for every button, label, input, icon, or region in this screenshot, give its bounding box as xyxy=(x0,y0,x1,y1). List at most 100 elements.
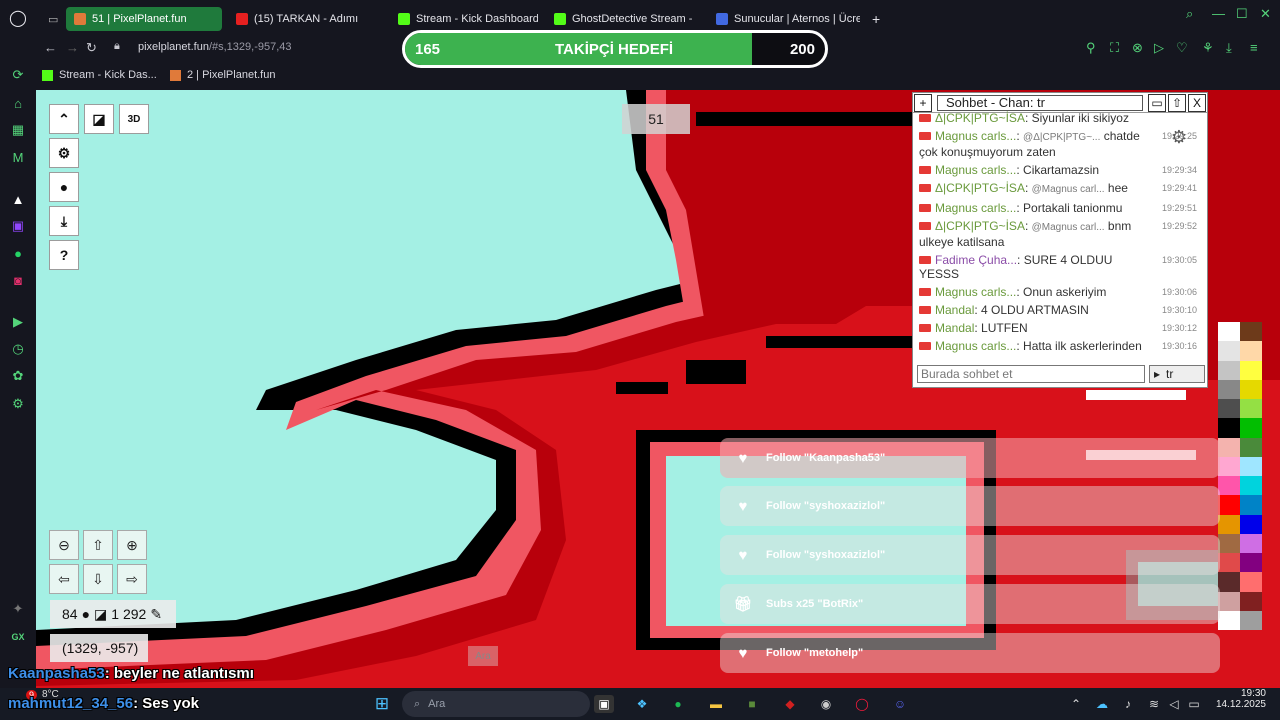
url-field[interactable]: pixelplanet.fun/#s,1329,-957,43 xyxy=(138,41,292,53)
palette-color-swatch[interactable] xyxy=(1218,553,1240,573)
opera-gx-icon[interactable]: ◯ xyxy=(852,695,872,713)
tab-ghostdetective[interactable]: GhostDetective Stream - xyxy=(546,7,696,31)
palette-color-swatch[interactable] xyxy=(1240,533,1262,553)
palette-color-swatch[interactable] xyxy=(1218,341,1240,361)
palette-color-swatch[interactable] xyxy=(1218,514,1240,534)
snapshot-icon[interactable]: ⛶ xyxy=(1110,40,1119,56)
palette-color-swatch[interactable] xyxy=(1240,495,1262,515)
palette-color-swatch[interactable] xyxy=(1218,533,1240,553)
palette-color-swatch[interactable] xyxy=(1240,437,1262,457)
close-window-icon[interactable]: ✕ xyxy=(1260,6,1271,22)
palette-color-swatch[interactable] xyxy=(1218,437,1240,457)
settings-button[interactable]: ⚙ xyxy=(49,138,79,168)
dashboard-icon[interactable]: ▦ xyxy=(9,121,27,139)
widgets-icon[interactable]: ❖ xyxy=(632,695,652,713)
tab-youtube[interactable]: (15) TARKAN - Adımı xyxy=(228,7,376,31)
app-icon[interactable]: ◆ xyxy=(780,695,800,713)
chat-username[interactable]: Magnus carls... xyxy=(935,285,1016,299)
palette-color-swatch[interactable] xyxy=(1240,341,1262,361)
move-down-button[interactable]: ⇩ xyxy=(83,564,113,594)
taskbar-search[interactable]: ⌕ Ara xyxy=(402,691,590,717)
zoom-out-button[interactable]: ⊖ xyxy=(49,530,79,560)
chat-username[interactable]: Δ|CPK|PTG~İSA xyxy=(935,181,1025,195)
home-icon[interactable]: ⌂ xyxy=(9,94,27,112)
menu-icon[interactable]: ≡ xyxy=(1250,40,1258,55)
palette-color-swatch[interactable] xyxy=(1240,476,1262,496)
spotify-icon[interactable]: ● xyxy=(668,695,688,713)
tab-kick-dashboard[interactable]: Stream - Kick Dashboard xyxy=(390,7,538,31)
forward-icon[interactable]: → xyxy=(66,40,79,55)
palette-color-swatch[interactable] xyxy=(1240,322,1262,342)
user-button[interactable]: ● xyxy=(49,172,79,202)
move-up-button[interactable]: ⇧ xyxy=(83,530,113,560)
palette-color-swatch[interactable] xyxy=(1218,495,1240,515)
instagram-icon[interactable]: ◙ xyxy=(9,271,27,289)
history-icon[interactable]: ◷ xyxy=(9,340,27,358)
palette-color-swatch[interactable] xyxy=(1240,610,1262,630)
chat-username[interactable]: Δ|CPK|PTG~İSA xyxy=(935,111,1025,125)
search-tabs-icon[interactable]: ⌕ xyxy=(1186,6,1193,22)
chat-input[interactable]: Burada sohbet et xyxy=(917,365,1145,383)
palette-color-swatch[interactable] xyxy=(1240,553,1262,573)
chat-popout-button[interactable]: ▭ xyxy=(1148,93,1166,112)
move-left-button[interactable]: ⇦ xyxy=(49,564,79,594)
onedrive-icon[interactable]: ☁ xyxy=(1092,695,1112,713)
discord-icon[interactable]: ☺ xyxy=(890,695,910,713)
palette-color-swatch[interactable] xyxy=(1240,591,1262,611)
palette-color-swatch[interactable] xyxy=(1240,379,1262,399)
chat-username[interactable]: Magnus carls... xyxy=(935,129,1016,143)
chat-username[interactable]: Magnus carls... xyxy=(935,201,1016,215)
chat-username[interactable]: Fadime Çuha... xyxy=(935,253,1017,267)
new-tab-button[interactable]: + xyxy=(864,7,886,31)
obs-icon[interactable]: ◉ xyxy=(816,695,836,713)
chat-expand-button[interactable]: ⇧ xyxy=(1168,93,1186,112)
twitch-icon[interactable]: ▣ xyxy=(9,217,27,235)
download-button[interactable]: ⤓ xyxy=(49,206,79,236)
player-toolbar-icon[interactable]: ▷ xyxy=(1154,40,1164,56)
download-icon[interactable]: ⤓ xyxy=(1226,40,1232,56)
gx-cleaner-icon[interactable]: ✦ xyxy=(9,600,27,618)
help-button[interactable]: ? xyxy=(49,240,79,270)
palette-color-swatch[interactable] xyxy=(1240,360,1262,380)
palette-color-swatch[interactable] xyxy=(1218,456,1240,476)
palette-color-swatch[interactable] xyxy=(1218,322,1240,342)
palette-color-swatch[interactable] xyxy=(1218,591,1240,611)
file-explorer-icon[interactable]: ▬ xyxy=(706,695,726,713)
palette-color-swatch[interactable] xyxy=(1240,418,1262,438)
chat-username[interactable]: Mandal xyxy=(935,321,974,335)
chat-add-button[interactable]: + xyxy=(914,93,932,112)
reload-icon[interactable]: ↻ xyxy=(86,40,97,56)
opera-logo-icon[interactable]: ◯ xyxy=(9,9,27,27)
tab-pixelplanet[interactable]: 51 | PixelPlanet.fun xyxy=(66,7,222,31)
settings-icon[interactable]: ⚙ xyxy=(9,395,27,413)
collapse-menu-button[interactable]: ⌃ xyxy=(49,104,79,134)
extensions-icon[interactable]: ✿ xyxy=(9,367,27,385)
canvas-select-button[interactable]: ◪ xyxy=(84,104,114,134)
media-icon[interactable]: M xyxy=(9,148,27,166)
chat-close-button[interactable]: X xyxy=(1188,93,1206,112)
move-right-button[interactable]: ⇨ xyxy=(117,564,147,594)
palette-color-swatch[interactable] xyxy=(1240,572,1262,592)
refresh-icon[interactable]: ⟳ xyxy=(9,66,27,84)
palette-color-swatch[interactable] xyxy=(1218,572,1240,592)
palette-color-swatch[interactable] xyxy=(1218,610,1240,630)
task-view-icon[interactable]: ▣ xyxy=(594,695,614,713)
palette-color-swatch[interactable] xyxy=(1218,360,1240,380)
maximize-icon[interactable]: ☐ xyxy=(1236,6,1248,22)
bookmark-kick[interactable]: Stream - Kick Das... xyxy=(42,69,157,81)
battery-icon[interactable]: ▭ xyxy=(1184,695,1204,713)
pin-icon[interactable]: ⚲ xyxy=(1086,40,1096,56)
minecraft-icon[interactable]: ■ xyxy=(742,695,762,713)
chat-username[interactable]: Magnus carls... xyxy=(935,163,1016,177)
wallet-icon[interactable]: ⚘ xyxy=(1202,40,1214,56)
palette-color-swatch[interactable] xyxy=(1218,476,1240,496)
aria-icon[interactable]: ▲ xyxy=(9,190,27,208)
windows-start-icon[interactable]: ⊞ xyxy=(372,694,392,713)
player-icon[interactable]: ▶ xyxy=(9,313,27,331)
palette-color-swatch[interactable] xyxy=(1240,514,1262,534)
zoom-in-button[interactable]: ⊕ xyxy=(117,530,147,560)
bookmark-pixelplanet[interactable]: 2 | PixelPlanet.fun xyxy=(170,69,275,81)
palette-color-swatch[interactable] xyxy=(1218,379,1240,399)
microphone-icon[interactable]: ♪ xyxy=(1118,695,1138,713)
whatsapp-icon[interactable]: ● xyxy=(9,244,27,262)
